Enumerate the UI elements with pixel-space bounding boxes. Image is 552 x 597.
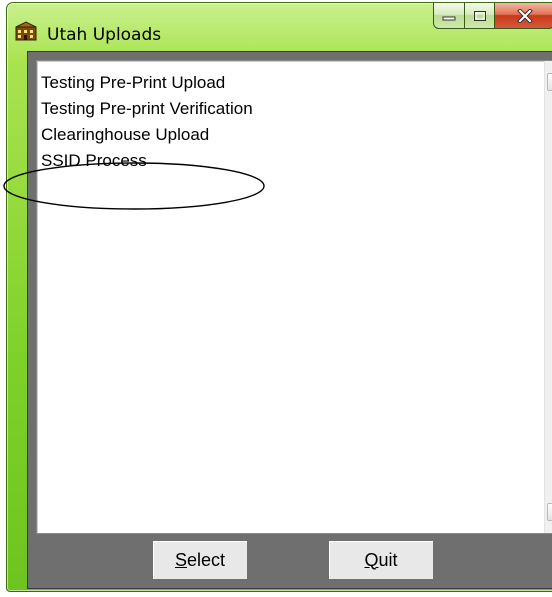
close-icon <box>516 8 533 23</box>
minimize-icon <box>442 16 456 20</box>
select-accelerator: S <box>174 549 187 570</box>
maximize-icon <box>473 10 486 21</box>
scroll-up-button[interactable] <box>547 73 552 91</box>
quit-button[interactable]: Quit <box>328 540 434 580</box>
list-item[interactable]: Testing Pre-Print Upload <box>41 71 225 94</box>
select-button[interactable]: Select <box>152 540 248 580</box>
close-button[interactable] <box>495 3 552 29</box>
maximize-button[interactable] <box>465 3 495 29</box>
vertical-scrollbar[interactable] <box>544 61 552 533</box>
select-label: elect <box>186 549 226 570</box>
list-item[interactable]: Testing Pre-print Verification <box>41 97 253 120</box>
list-item[interactable]: Clearinghouse Upload <box>41 123 209 146</box>
list-item[interactable]: SSID Process <box>41 149 147 172</box>
utah-uploads-window: Utah Uploads Testing Pre-Print Upload Te… <box>6 2 552 592</box>
caption-buttons <box>433 3 552 29</box>
uploads-listbox[interactable]: Testing Pre-Print Upload Testing Pre-pri… <box>36 60 552 534</box>
quit-label: uit <box>378 549 398 570</box>
quit-accelerator: Q <box>364 549 379 570</box>
building-icon <box>15 21 37 41</box>
client-area: Testing Pre-Print Upload Testing Pre-pri… <box>27 51 552 589</box>
window-title: Utah Uploads <box>47 25 162 45</box>
minimize-button[interactable] <box>433 3 465 29</box>
scroll-down-button[interactable] <box>547 503 552 521</box>
